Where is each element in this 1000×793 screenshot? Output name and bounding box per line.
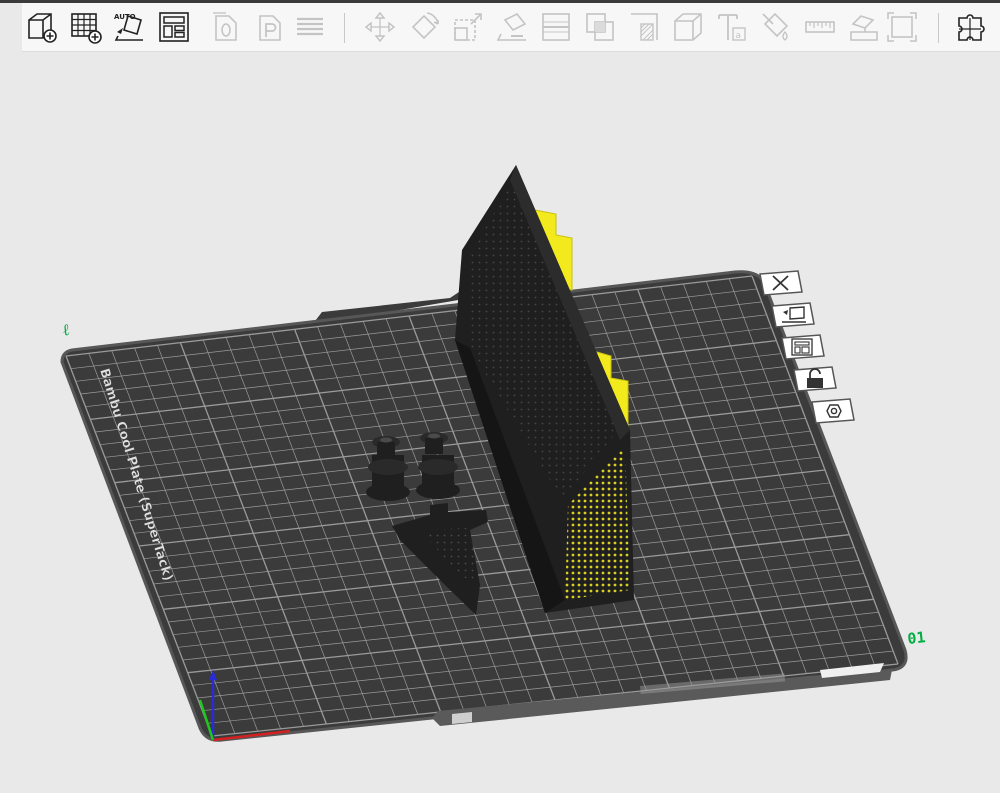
toolbar-separator — [938, 13, 939, 43]
support-paint-icon — [631, 13, 658, 41]
variable-layer-button[interactable] — [292, 8, 328, 46]
arrange-icon — [159, 12, 189, 42]
plate-settings-button[interactable] — [810, 398, 856, 424]
lock-plate-button[interactable] — [792, 366, 838, 392]
rotate-button[interactable] — [406, 8, 442, 46]
paint-bucket-icon — [762, 12, 789, 41]
assembly-icon — [850, 15, 878, 41]
move-button[interactable] — [362, 8, 398, 46]
add-object-button[interactable] — [24, 8, 60, 46]
scale-icon — [454, 13, 482, 41]
delete-plate-button[interactable] — [758, 270, 804, 296]
boolean-button[interactable] — [582, 8, 618, 46]
close-icon — [759, 270, 803, 296]
seam-cube-icon — [674, 13, 702, 41]
orient-plate-button[interactable] — [770, 302, 816, 328]
split-objects-icon — [213, 12, 237, 41]
lay-on-face-icon — [496, 12, 527, 41]
scale-button[interactable] — [450, 8, 486, 46]
plate-number: 01 — [907, 628, 927, 648]
split-parts-icon — [259, 15, 281, 41]
lock-open-icon — [793, 366, 837, 392]
support-paint-button[interactable] — [626, 8, 662, 46]
cut-button[interactable] — [538, 8, 574, 46]
layers-icon — [297, 17, 323, 36]
cut-icon — [542, 13, 570, 41]
plate-logo — [452, 712, 472, 724]
svg-text:a: a — [736, 31, 742, 41]
auto-orient-icon — [771, 302, 815, 328]
arrange-plate-button[interactable] — [780, 334, 826, 360]
auto-orient-button[interactable]: AUTO — [112, 8, 148, 46]
bambu-studio-window: AUTO a Bambu Cool Plate (SuperTack) 01 ℓ — [0, 0, 1000, 793]
color-paint-button[interactable] — [758, 8, 794, 46]
hex-settings-icon — [811, 398, 855, 424]
assembly-button[interactable] — [846, 8, 882, 46]
measure-button[interactable] — [802, 8, 838, 46]
text-icon: a — [718, 14, 746, 41]
3d-viewport[interactable]: Bambu Cool Plate (SuperTack) 01 ℓ — [0, 52, 1000, 793]
add-plate-grid-icon — [71, 13, 102, 44]
split-parts-button[interactable] — [252, 8, 288, 46]
assembly-view-button[interactable] — [954, 8, 990, 46]
main-toolbar: AUTO a — [22, 3, 1000, 52]
ruler-icon — [805, 21, 835, 33]
boolean-icon — [586, 13, 614, 41]
fit-view-button[interactable] — [884, 8, 920, 46]
puzzle-icon — [958, 14, 985, 41]
toolbar-separator — [344, 13, 345, 43]
seam-button[interactable] — [670, 8, 706, 46]
arrange-icon — [781, 334, 825, 360]
fit-view-icon — [887, 12, 917, 42]
auto-orient-icon: AUTO — [114, 13, 143, 41]
rotate-icon — [411, 12, 439, 40]
split-objects-button[interactable] — [208, 8, 244, 46]
text-button[interactable]: a — [714, 8, 750, 46]
lay-on-face-button[interactable] — [494, 8, 530, 46]
add-cube-icon — [28, 13, 57, 43]
arrange-button[interactable] — [156, 8, 192, 46]
plate-corner-glyph: ℓ — [60, 320, 72, 340]
move-icon — [364, 11, 396, 43]
add-plate-button[interactable] — [68, 8, 104, 46]
